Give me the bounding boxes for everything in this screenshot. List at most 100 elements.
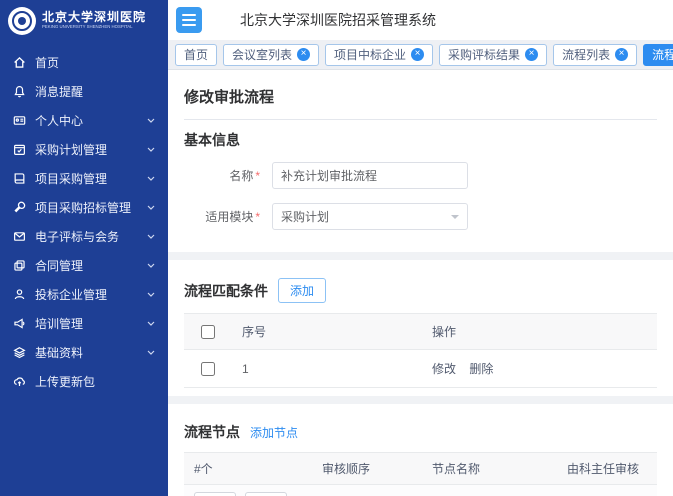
copy-icon <box>12 259 26 273</box>
name-field-row: 名称* <box>184 162 657 189</box>
row-order-cell: 1 <box>312 485 422 496</box>
sidebar-item-upload-package[interactable]: 上传更新包 <box>0 367 168 396</box>
mail-icon <box>12 230 26 244</box>
conditions-table-header-row: 序号 操作 <box>184 314 657 350</box>
row-actions-cell: 修改 删除 <box>422 350 657 388</box>
delete-button[interactable]: 删除 <box>245 492 287 496</box>
add-condition-button[interactable]: 添加 <box>278 278 326 303</box>
add-node-link[interactable]: 添加节点 <box>250 424 298 441</box>
page-content: 修改审批流程 基本信息 名称* 适用模块* 采购计划 <box>168 70 673 496</box>
sidebar-item-training[interactable]: 培训管理 <box>0 309 168 338</box>
module-field-row: 适用模块* 采购计划 <box>184 203 657 230</box>
top-header: 北京大学深圳医院招采管理系统 <box>168 0 673 40</box>
sidebar-toggle-button[interactable] <box>176 7 202 33</box>
section-title-basic-info: 基本信息 <box>184 130 240 150</box>
tab-close-icon[interactable]: × <box>297 48 310 61</box>
chevron-down-icon <box>146 203 156 213</box>
sidebar-item-label: 首页 <box>35 54 156 71</box>
module-select-value: 采购计划 <box>281 208 329 225</box>
edit-button[interactable]: 修改 <box>194 492 236 496</box>
tab-label: 项目中标企业 <box>334 46 406 63</box>
megaphone-icon <box>12 317 26 331</box>
calendar-check-icon <box>12 143 26 157</box>
tab-evaluation-results[interactable]: 采购评标结果 × <box>439 44 547 66</box>
hospital-name-en: PEKING UNIVERSITY SHENZHEN HOSPITAL <box>42 25 127 30</box>
chevron-down-icon <box>146 319 156 329</box>
basic-info-form: 名称* 适用模块* 采购计划 <box>184 162 657 230</box>
sidebar-item-label: 项目采购招标管理 <box>35 199 146 216</box>
sidebar-item-label: 合同管理 <box>35 257 146 274</box>
tab-close-icon[interactable]: × <box>525 48 538 61</box>
column-header-director-review: 由科主任审核 <box>557 453 657 485</box>
tab-process[interactable]: 流程 × <box>643 44 673 66</box>
name-input[interactable] <box>272 162 468 189</box>
tab-meeting-room-list[interactable]: 会议室列表 × <box>223 44 319 66</box>
column-header-index: 序号 <box>232 314 422 350</box>
column-header-node-name: 节点名称 <box>422 453 557 485</box>
sidebar-item-label: 投标企业管理 <box>35 286 146 303</box>
book-icon <box>12 172 26 186</box>
tab-close-icon[interactable]: × <box>411 48 424 61</box>
row-checkbox[interactable] <box>201 362 215 376</box>
sidebar-item-home[interactable]: 首页 <box>0 48 168 77</box>
conditions-table: 序号 操作 1 修改 删除 <box>184 313 657 388</box>
wrench-icon <box>12 201 26 215</box>
sidebar-item-basic-data[interactable]: 基础资料 <box>0 338 168 367</box>
tab-label: 流程列表 <box>562 46 610 63</box>
sidebar-item-label: 消息提醒 <box>35 83 156 100</box>
tab-bar: 首页 会议室列表 × 项目中标企业 × 采购评标结果 × 流程列表 × 流程 × <box>168 40 673 70</box>
cloud-upload-icon <box>12 375 26 389</box>
select-all-checkbox[interactable] <box>201 325 215 339</box>
tab-winning-bidders[interactable]: 项目中标企业 × <box>325 44 433 66</box>
row-actions-cell: 修改 删除 <box>184 485 312 496</box>
tab-label: 采购评标结果 <box>448 46 520 63</box>
sidebar-item-messages[interactable]: 消息提醒 <box>0 77 168 106</box>
column-header-order: 审核顺序 <box>312 453 422 485</box>
sidebar-item-personal-center[interactable]: 个人中心 <box>0 106 168 135</box>
hospital-logo: 北京大学深圳医院 PEKING UNIVERSITY SHENZHEN HOSP… <box>0 0 168 42</box>
sidebar-item-bidder-management[interactable]: 投标企业管理 <box>0 280 168 309</box>
id-card-icon <box>12 114 26 128</box>
column-header-action: 操作 <box>422 314 657 350</box>
sidebar-item-e-evaluation[interactable]: 电子评标与会务 <box>0 222 168 251</box>
required-mark: * <box>255 210 260 224</box>
sidebar-item-label: 采购计划管理 <box>35 141 146 158</box>
tab-home[interactable]: 首页 <box>175 44 217 66</box>
hospital-logo-text: 北京大学深圳医院 PEKING UNIVERSITY SHENZHEN HOSP… <box>42 11 160 32</box>
row-index-cell: 1 <box>232 350 422 388</box>
tab-process-list[interactable]: 流程列表 × <box>553 44 637 66</box>
flow-nodes-table: #个 审核顺序 节点名称 由科主任审核 修改 删除 1 <box>184 452 657 496</box>
sidebar-menu: 首页 消息提醒 个人中心 采购计划管 <box>0 48 168 396</box>
user-icon <box>12 288 26 302</box>
delete-link[interactable]: 删除 <box>469 362 493 376</box>
module-field-label: 适用模块* <box>184 208 260 225</box>
sidebar-item-procurement-plan[interactable]: 采购计划管理 <box>0 135 168 164</box>
layers-icon <box>12 346 26 360</box>
chevron-down-icon <box>146 348 156 358</box>
nodes-table-header-row: #个 审核顺序 节点名称 由科主任审核 <box>184 453 657 485</box>
column-header-actions: #个 <box>184 453 312 485</box>
sidebar-item-label: 上传更新包 <box>35 373 156 390</box>
tab-label: 流程 <box>652 46 673 63</box>
edit-link[interactable]: 修改 <box>432 362 456 376</box>
sidebar-item-project-bidding[interactable]: 项目采购招标管理 <box>0 193 168 222</box>
sidebar-item-label: 培训管理 <box>35 315 146 332</box>
section-title-match-conditions: 流程匹配条件 <box>184 281 268 301</box>
sidebar-item-project-procurement[interactable]: 项目采购管理 <box>0 164 168 193</box>
required-mark: * <box>255 169 260 183</box>
chevron-down-icon <box>146 232 156 242</box>
flow-nodes-panel: 流程节点 添加节点 #个 审核顺序 节点名称 由科主任审核 <box>168 404 673 496</box>
sidebar-item-label: 基础资料 <box>35 344 146 361</box>
row-node-name-cell: 科主任意见 <box>422 485 557 496</box>
tab-close-icon[interactable]: × <box>615 48 628 61</box>
sidebar-item-contract[interactable]: 合同管理 <box>0 251 168 280</box>
sidebar-item-label: 个人中心 <box>35 112 146 129</box>
sidebar-item-label: 项目采购管理 <box>35 170 146 187</box>
row-director-cell: 是 <box>557 485 657 496</box>
conditions-table-row: 1 修改 删除 <box>184 350 657 388</box>
chevron-down-icon <box>146 145 156 155</box>
caret-down-icon <box>451 215 459 219</box>
chevron-down-icon <box>146 116 156 126</box>
module-select[interactable]: 采购计划 <box>272 203 468 230</box>
hospital-name: 北京大学深圳医院 <box>42 11 160 25</box>
